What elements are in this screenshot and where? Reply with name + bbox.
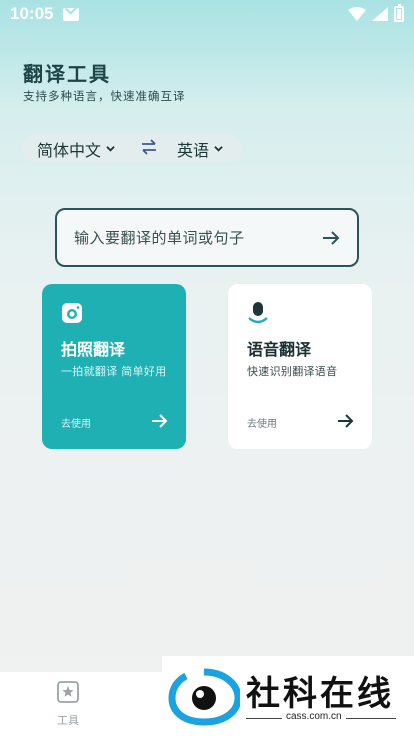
card-action-label: 去使用: [61, 419, 91, 430]
card-description: 快速识别翻译语音: [247, 365, 338, 378]
arrow-right-icon[interactable]: [322, 230, 340, 245]
microphone-icon: [248, 302, 268, 324]
wifi-icon: [348, 7, 366, 21]
card-title: 语音翻译: [247, 340, 312, 359]
photo-translate-card[interactable]: 拍照翻译 一拍就翻译 简单好用 去使用: [42, 284, 186, 449]
tab-tools-label: 工具: [57, 714, 79, 727]
watermark-name: 社科在线: [246, 674, 394, 714]
watermark-url: cass.com.cn: [282, 711, 346, 722]
star-bookmark-icon: [57, 681, 79, 703]
target-language-label: 英语: [177, 141, 210, 160]
card-action-label: 去使用: [247, 419, 277, 430]
target-language-select[interactable]: 英语: [177, 137, 223, 161]
card-description: 一拍就翻译 简单好用: [61, 365, 167, 378]
status-time: 10:05: [10, 4, 54, 23]
camera-icon: [62, 303, 82, 323]
page-subtitle: 支持多种语言，快速准确互译: [23, 89, 186, 103]
watermark-logo: [168, 668, 240, 726]
card-title: 拍照翻译: [61, 340, 126, 359]
language-selector-bar: 简体中文 英语: [22, 134, 242, 162]
status-icons: [348, 4, 404, 22]
signal-icon: [372, 7, 388, 21]
arrow-right-icon: [152, 414, 168, 428]
translate-input-placeholder: 输入要翻译的单词或句子: [74, 229, 245, 247]
arrow-right-icon: [338, 414, 354, 428]
battery-icon: [394, 4, 404, 22]
voice-translate-card[interactable]: 语音翻译 快速识别翻译语音 去使用: [228, 284, 372, 449]
tab-tools[interactable]: 工具: [48, 680, 88, 728]
mail-notification-icon: [63, 7, 80, 21]
page-title: 翻译工具: [23, 62, 111, 86]
source-language-label: 简体中文: [37, 141, 102, 160]
status-bar: 10:05: [0, 0, 414, 28]
chevron-down-icon: [214, 145, 223, 152]
swap-languages-icon[interactable]: [140, 138, 158, 156]
chevron-down-icon: [106, 145, 115, 152]
source-language-select[interactable]: 简体中文: [37, 137, 115, 161]
translate-input[interactable]: 输入要翻译的单词或句子: [55, 208, 359, 267]
watermark: 社科在线 cass.com.cn: [162, 656, 414, 736]
